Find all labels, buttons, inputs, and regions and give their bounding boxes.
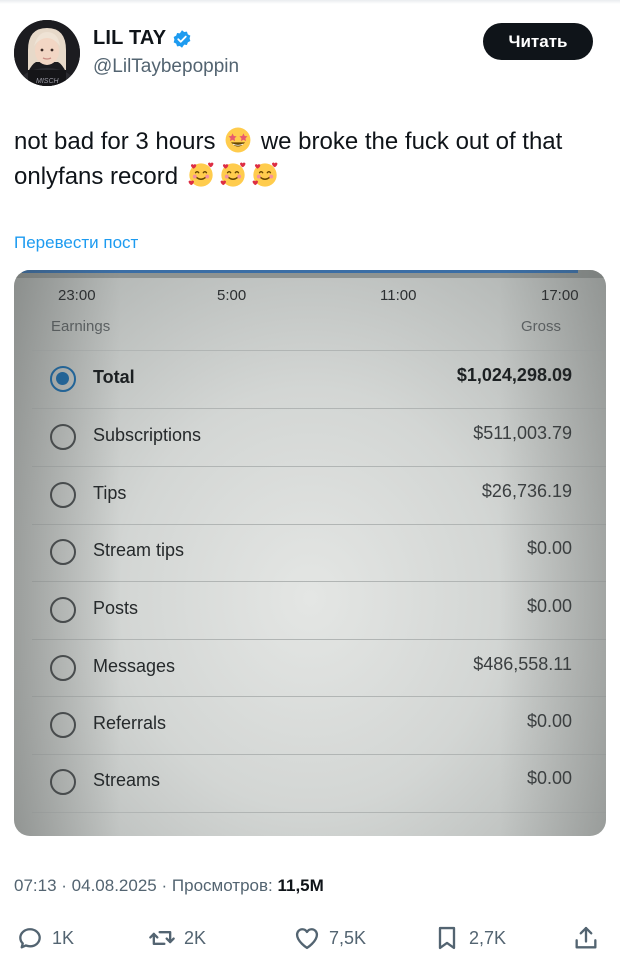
bookmark-count: 2,7K (469, 927, 507, 948)
row-value: $26,736.19 (481, 481, 572, 501)
row-label: Tips (93, 483, 127, 503)
author-handle[interactable]: @LilTaybepoppin (93, 56, 239, 78)
top-divider (0, 0, 620, 4)
row-divider (32, 581, 606, 582)
radio-button-selected[interactable] (50, 366, 76, 392)
tweet-text-part1: not bad for 3 hours (14, 128, 216, 155)
gross-column-header: Gross (521, 318, 562, 335)
repost-button[interactable]: 2K (148, 918, 206, 958)
author-name[interactable]: LIL TAY (93, 27, 166, 50)
row-divider (32, 466, 606, 467)
follow-button[interactable]: Читать (483, 23, 593, 60)
post-meta: 07:13 · 04.08.2025 · Просмотров: 11,5M (14, 876, 324, 896)
author-name-row[interactable]: LIL TAY (93, 27, 192, 50)
like-button[interactable]: 7,5K (293, 918, 366, 958)
radio-button[interactable] (50, 769, 76, 795)
row-value: $0.00 (526, 596, 572, 616)
earnings-row-referrals[interactable]: Referrals $0.00 (32, 698, 606, 754)
smiling-face-with-hearts-emoji-icon (252, 162, 278, 187)
row-divider (32, 408, 606, 409)
bookmark-icon (438, 926, 456, 950)
views-label: Просмотров: (171, 876, 273, 895)
row-value: $1,024,298.09 (456, 365, 572, 385)
radio-button[interactable] (50, 655, 76, 681)
radio-button[interactable] (50, 712, 76, 738)
avatar-image: MISCH (14, 20, 80, 86)
row-value: $0.00 (526, 711, 572, 731)
star-struck-emoji-icon (225, 127, 251, 153)
earnings-column-header: Earnings (51, 318, 111, 335)
row-value: $0.00 (526, 538, 572, 558)
translate-post-link[interactable]: Перевести пост (14, 233, 138, 253)
earnings-row-messages[interactable]: Messages $486,558.11 (32, 641, 606, 697)
earnings-row-subscriptions[interactable]: Subscriptions $511,003.79 (32, 410, 606, 466)
row-label: Streams (93, 770, 161, 790)
views-count: 11,5M (277, 876, 324, 895)
radio-button[interactable] (50, 597, 76, 623)
post-time[interactable]: 07:13 (14, 876, 57, 895)
reply-count: 1K (52, 927, 75, 948)
time-axis-label: 5:00 (217, 287, 247, 304)
row-label: Referrals (93, 713, 167, 733)
tweet-photo[interactable]: 23:00 5:00 11:00 17:00 Earnings Gross To… (14, 270, 606, 836)
radio-button[interactable] (50, 539, 76, 565)
earnings-row-stream-tips[interactable]: Stream tips $0.00 (32, 525, 606, 581)
verified-badge-icon (173, 29, 191, 48)
row-divider (32, 812, 606, 813)
share-icon (575, 926, 597, 949)
meta-separator: · (161, 876, 172, 895)
like-count: 7,5K (329, 927, 367, 948)
smiling-face-with-hearts-emoji-icon (188, 162, 214, 187)
repost-icon (149, 931, 175, 945)
post-date[interactable]: 04.08.2025 (72, 876, 157, 895)
tweet-text: not bad for 3 hours we broke the fuck ou… (14, 124, 610, 194)
radio-button[interactable] (50, 482, 76, 508)
row-divider (32, 696, 606, 697)
photo-chart-line (22, 270, 578, 273)
earnings-row-tips[interactable]: Tips $26,736.19 (32, 468, 606, 524)
share-button[interactable] (572, 918, 600, 958)
row-divider (32, 350, 606, 351)
time-axis-label: 17:00 (541, 287, 579, 304)
bookmark-button[interactable]: 2,7K (433, 918, 506, 958)
avatar[interactable]: MISCH (14, 20, 80, 86)
heart-icon (295, 928, 319, 950)
meta-separator: · (61, 876, 72, 895)
earnings-row-posts[interactable]: Posts $0.00 (32, 583, 606, 639)
row-label: Posts (93, 598, 139, 618)
smiling-face-with-hearts-emoji-icon (220, 162, 246, 187)
row-value: $486,558.11 (473, 654, 572, 674)
row-value: $0.00 (526, 768, 572, 788)
svg-text:MISCH: MISCH (36, 78, 60, 85)
time-axis-label: 23:00 (58, 287, 96, 304)
reply-icon (19, 928, 41, 949)
earnings-row-streams[interactable]: Streams $0.00 (32, 755, 606, 811)
row-label: Messages (93, 656, 176, 676)
action-bar: 1K 2K 7,5K 2,7K (0, 918, 620, 958)
reply-button[interactable]: 1K (16, 918, 74, 958)
repost-count: 2K (184, 927, 207, 948)
time-axis-label: 11:00 (380, 287, 417, 304)
radio-button[interactable] (50, 424, 76, 450)
row-value: $511,003.79 (473, 423, 572, 443)
earnings-row-total[interactable]: Total $1,024,298.09 (32, 352, 606, 408)
row-label: Total (93, 367, 135, 387)
row-divider (32, 639, 606, 640)
row-label: Subscriptions (93, 425, 202, 445)
row-label: Stream tips (93, 540, 185, 560)
